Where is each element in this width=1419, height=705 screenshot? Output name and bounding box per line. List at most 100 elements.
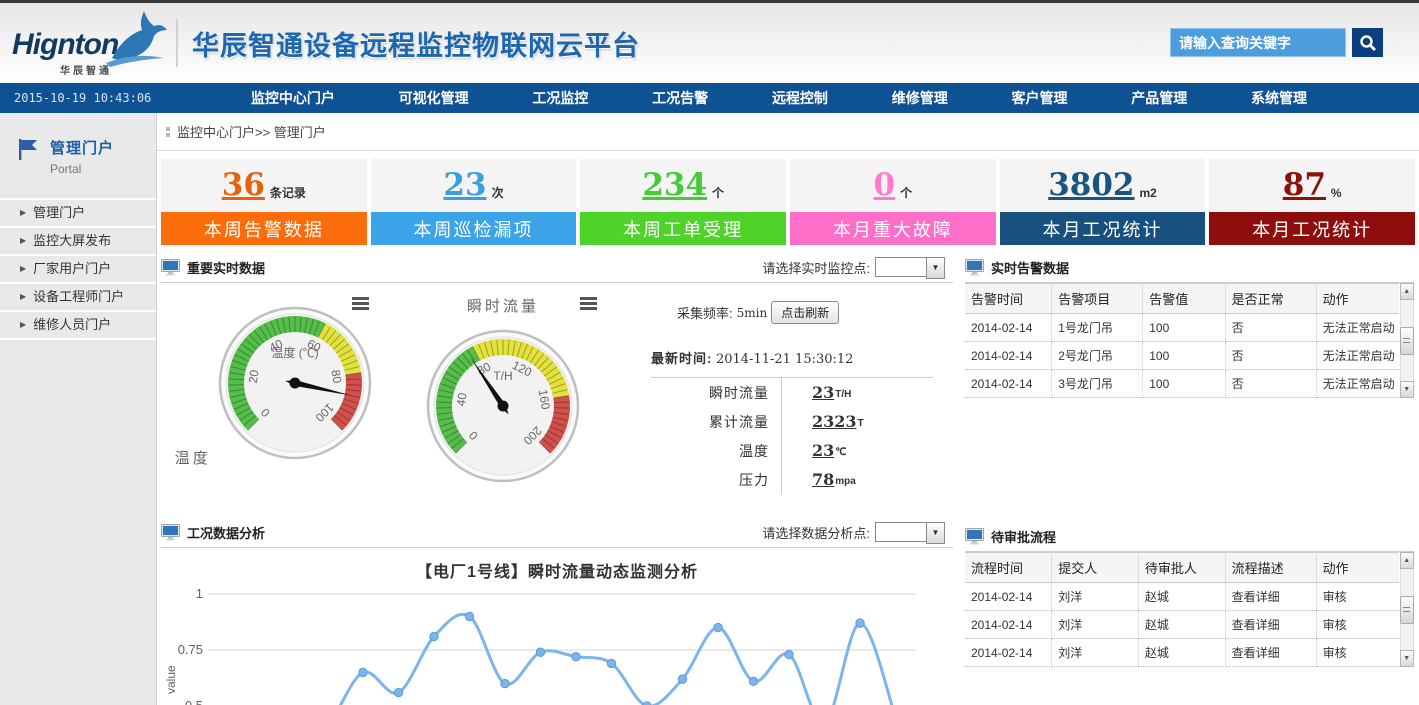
stat-card-0[interactable]: 36条记录本周告警数据 bbox=[161, 159, 367, 245]
reading-value-cell: 23℃ bbox=[781, 436, 847, 465]
approvals-cell: 刘洋 bbox=[1052, 639, 1139, 667]
alarms-cell: 无法正常启动 bbox=[1316, 342, 1398, 370]
stat-card-3[interactable]: 0个本月重大故障 bbox=[790, 159, 996, 245]
approvals-cell: 2014-02-14 bbox=[965, 611, 1052, 639]
chevron-down-icon: ▼ bbox=[926, 522, 945, 544]
stat-unit: % bbox=[1331, 186, 1342, 200]
stat-value: 87 bbox=[1283, 170, 1326, 201]
nav-menu: 监控中心门户 可视化管理 工况监控 工况告警 远程控制 维修管理 客户管理 产品管理 系统管理 bbox=[219, 88, 1339, 108]
sidebar-item-2[interactable]: ▶厂家用户门户 bbox=[0, 256, 156, 284]
nav-item-8[interactable]: 系统管理 bbox=[1251, 88, 1307, 108]
nav-item-2[interactable]: 工况监控 bbox=[532, 88, 588, 108]
analysis-select-label: 请选择数据分析点: bbox=[762, 523, 870, 542]
sidebar-item-1[interactable]: ▶ 监控大屏发布 bbox=[0, 228, 156, 256]
approvals-cell: 审核 bbox=[1316, 639, 1398, 667]
alarms-cell: 否 bbox=[1225, 370, 1316, 398]
sidebar-item-label: 管理门户 bbox=[33, 200, 85, 226]
stat-card-5[interactable]: 87% 本月工况统计 bbox=[1209, 159, 1415, 245]
alarms-column-header: 动作 bbox=[1316, 284, 1398, 314]
scroll-thumb[interactable] bbox=[1400, 327, 1414, 355]
stat-label: 本周告警数据 bbox=[161, 212, 367, 245]
flag-icon bbox=[16, 137, 40, 161]
stat-card-top: 234个 bbox=[580, 159, 786, 212]
table-row[interactable]: 2014-02-141号龙门吊100否无法正常启动 bbox=[965, 314, 1399, 342]
sidebar-menu: ▶管理门户▶ 监控大屏发布▶厂家用户门户▶设备工程师门户▶维修人员门户 bbox=[0, 198, 156, 340]
nav-item-0[interactable]: 监控中心门户 bbox=[251, 88, 335, 108]
scroll-up-button[interactable]: ▲ bbox=[1400, 283, 1414, 300]
search-icon bbox=[1359, 34, 1377, 52]
sidebar-item-4[interactable]: ▶维修人员门户 bbox=[0, 312, 156, 340]
alarms-cell: 100 bbox=[1143, 314, 1225, 342]
reading-row-1: 累计流量2323T bbox=[651, 407, 933, 436]
breadcrumb[interactable]: 监控中心门户>> 管理门户 bbox=[157, 113, 1419, 151]
gauge-temperature-title: 温度 bbox=[175, 447, 211, 468]
table-row[interactable]: 2014-02-14刘洋赵城查看详细审核 bbox=[965, 583, 1399, 611]
alarms-scrollbar[interactable]: ▲▼ bbox=[1400, 283, 1414, 398]
stat-card-4[interactable]: 3802m2本月工况统计 bbox=[1000, 159, 1206, 245]
hamburger-menu-icon[interactable] bbox=[580, 297, 597, 312]
approvals-column-header: 动作 bbox=[1316, 553, 1398, 583]
alarms-cell: 100 bbox=[1143, 342, 1225, 370]
stat-card-1[interactable]: 23次本周巡检漏项 bbox=[371, 159, 577, 245]
approvals-scrollbar[interactable]: ▲▼ bbox=[1400, 552, 1414, 667]
hamburger-menu-icon[interactable] bbox=[352, 297, 369, 312]
svg-text:温度 (℃): 温度 (℃) bbox=[272, 345, 319, 360]
stat-label: 本周工单受理 bbox=[580, 212, 786, 245]
search-button[interactable] bbox=[1352, 28, 1383, 57]
alarms-cell: 否 bbox=[1225, 314, 1316, 342]
monitor-select-value bbox=[875, 257, 926, 277]
nav-item-7[interactable]: 产品管理 bbox=[1131, 88, 1187, 108]
header-search bbox=[1170, 28, 1383, 57]
scroll-down-button[interactable]: ▼ bbox=[1400, 650, 1414, 667]
realtime-section: 重要实时数据 请选择实时监控点: ▼ 温度 bbox=[161, 253, 953, 494]
approvals-cell: 赵城 bbox=[1138, 639, 1225, 667]
sidebar-item-3[interactable]: ▶设备工程师门户 bbox=[0, 284, 156, 312]
table-row[interactable]: 2014-02-143号龙门吊100否无法正常启动 bbox=[965, 370, 1399, 398]
freq-label: 采集频率: bbox=[677, 303, 733, 322]
approvals-cell: 2014-02-14 bbox=[965, 583, 1052, 611]
nav-item-4[interactable]: 远程控制 bbox=[772, 88, 828, 108]
search-input[interactable] bbox=[1170, 28, 1346, 57]
reading-value-cell: 23T/H bbox=[781, 378, 851, 407]
svg-text:value: value bbox=[164, 665, 178, 694]
right-column: 实时告警数据 告警时间告警项目告警值是否正常动作2014-02-141号龙门吊1… bbox=[955, 253, 1419, 705]
stat-label: 本月工况统计 bbox=[1209, 212, 1415, 245]
sidebar-item-label: 监控大屏发布 bbox=[33, 228, 111, 254]
scroll-down-button[interactable]: ▼ bbox=[1400, 381, 1414, 398]
scroll-thumb[interactable] bbox=[1400, 596, 1414, 624]
sidebar-item-label: 厂家用户门户 bbox=[33, 256, 111, 282]
reading-value: 78 bbox=[812, 470, 834, 489]
reading-label: 累计流量 bbox=[651, 412, 769, 432]
stat-card-top: 23次 bbox=[371, 159, 577, 212]
sidebar-item-0[interactable]: ▶管理门户 bbox=[0, 200, 156, 228]
stat-value: 23 bbox=[443, 170, 486, 201]
nav-item-6[interactable]: 客户管理 bbox=[1011, 88, 1067, 108]
approvals-cell: 审核 bbox=[1316, 583, 1398, 611]
table-row[interactable]: 2014-02-142号龙门吊100否无法正常启动 bbox=[965, 342, 1399, 370]
monitor-point-select[interactable]: ▼ bbox=[875, 257, 945, 279]
scroll-up-button[interactable]: ▲ bbox=[1400, 552, 1414, 569]
table-row[interactable]: 2014-02-14刘洋赵城查看详细审核 bbox=[965, 639, 1399, 667]
refresh-button[interactable]: 点击刷新 bbox=[771, 301, 839, 324]
scroll-track[interactable] bbox=[1400, 569, 1414, 650]
nav-item-3[interactable]: 工况告警 bbox=[652, 88, 708, 108]
arrow-right-icon: ▶ bbox=[20, 228, 26, 254]
approvals-column-header: 待审批人 bbox=[1138, 553, 1225, 583]
reading-unit: mpa bbox=[835, 476, 856, 487]
reading-unit: T bbox=[858, 418, 864, 429]
brand-logo: Hignton 华辰智通 bbox=[12, 10, 170, 76]
scroll-grip-icon bbox=[1403, 338, 1410, 343]
table-row[interactable]: 2014-02-14刘洋赵城查看详细审核 bbox=[965, 611, 1399, 639]
alarms-cell: 2014-02-14 bbox=[965, 314, 1052, 342]
monitor-icon bbox=[965, 528, 984, 545]
alarms-cell: 无法正常启动 bbox=[1316, 370, 1398, 398]
nav-item-5[interactable]: 维修管理 bbox=[892, 88, 948, 108]
analysis-section: 工况数据分析 请选择数据分析点: ▼ 【电厂1号线】瞬时流量动态监测分析 10.… bbox=[161, 518, 953, 705]
stat-card-2[interactable]: 234个本周工单受理 bbox=[580, 159, 786, 245]
alarms-cell: 否 bbox=[1225, 342, 1316, 370]
scroll-track[interactable] bbox=[1400, 300, 1414, 381]
alarms-cell: 无法正常启动 bbox=[1316, 314, 1398, 342]
analysis-point-select[interactable]: ▼ bbox=[875, 522, 945, 544]
nav-item-1[interactable]: 可视化管理 bbox=[399, 88, 469, 108]
svg-text:0.5: 0.5 bbox=[185, 698, 203, 705]
